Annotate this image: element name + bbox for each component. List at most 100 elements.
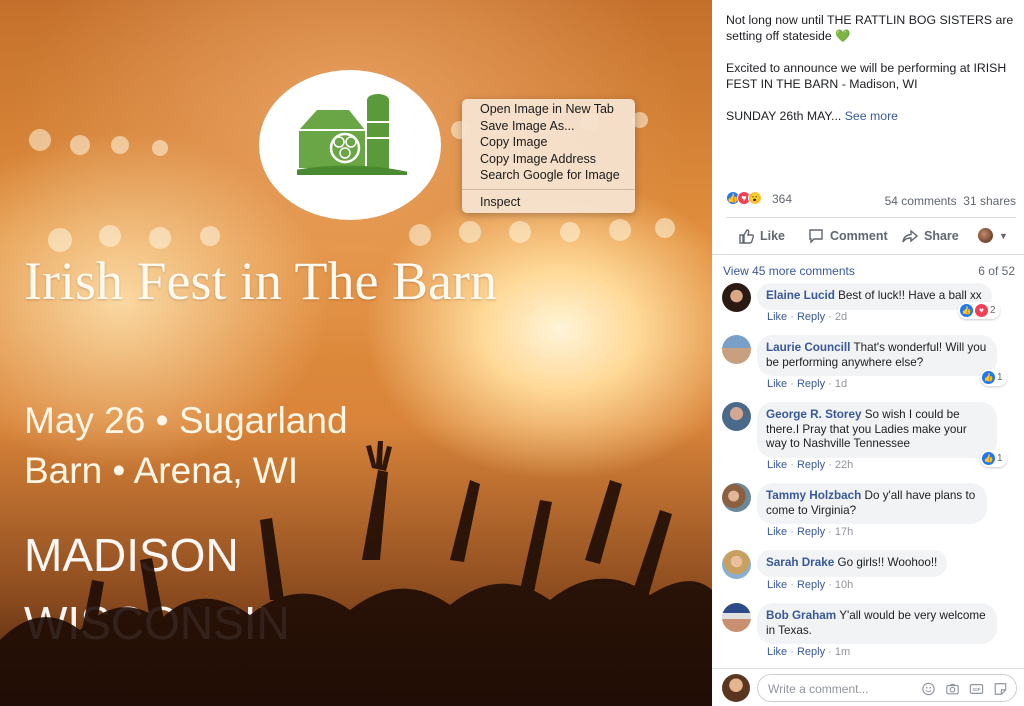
comment-meta: Like · Reply · 1d bbox=[767, 378, 847, 390]
meta-separator: · bbox=[790, 378, 794, 390]
post-paragraph: Not long now until THE RATTLIN BOG SISTE… bbox=[726, 13, 1014, 43]
comment-meta: Like · Reply · 10h bbox=[767, 579, 853, 591]
engagement-counts: 54 comments 31 shares bbox=[885, 194, 1016, 208]
avatar[interactable] bbox=[722, 483, 751, 512]
like-reaction-icon: 👍 bbox=[982, 371, 995, 384]
comment-button[interactable]: Comment bbox=[808, 228, 888, 244]
commenter-name[interactable]: Sarah Drake bbox=[766, 556, 834, 569]
meta-separator: · bbox=[828, 646, 832, 658]
context-menu[interactable]: Open Image in New Tab Save Image As... C… bbox=[462, 99, 635, 213]
comment-placeholder: Write a comment... bbox=[768, 682, 869, 696]
meta-separator: · bbox=[828, 459, 832, 471]
comments-header: View 45 more comments 6 of 52 bbox=[723, 264, 1015, 278]
comment-bubble: Sarah Drake Go girls!! Woohoo!! bbox=[757, 550, 948, 577]
comment-bubble: Laurie Councill That's wonderful! Will y… bbox=[757, 335, 997, 376]
comment-reactions[interactable]: 👍 1 bbox=[980, 369, 1007, 386]
meta-separator: · bbox=[828, 579, 832, 591]
comment-reply-link[interactable]: Reply bbox=[797, 378, 825, 390]
comment-time[interactable]: 2d bbox=[835, 311, 847, 323]
commenter-name[interactable]: Tammy Holzbach bbox=[766, 489, 861, 502]
comment-reply-link[interactable]: Reply bbox=[797, 526, 825, 538]
comment-like-link[interactable]: Like bbox=[767, 646, 787, 658]
comment-like-link[interactable]: Like bbox=[767, 579, 787, 591]
post-text: Not long now until THE RATTLIN BOG SISTE… bbox=[726, 12, 1016, 140]
camera-icon[interactable] bbox=[945, 682, 960, 696]
like-reaction-icon: 👍 bbox=[960, 304, 973, 317]
my-avatar bbox=[722, 674, 750, 702]
divider bbox=[726, 217, 1016, 218]
comment-time[interactable]: 10h bbox=[835, 579, 853, 591]
comment-text: Go girls!! Woohoo!! bbox=[837, 556, 938, 569]
love-reaction-icon: ♥ bbox=[975, 304, 988, 317]
wow-reaction-icon[interactable]: 😮 bbox=[748, 191, 762, 205]
share-button[interactable]: Share bbox=[902, 228, 959, 244]
comment-reply-link[interactable]: Reply bbox=[797, 579, 825, 591]
comment-reaction-count: 1 bbox=[997, 372, 1003, 383]
avatar[interactable] bbox=[722, 550, 751, 579]
comment-reactions[interactable]: 👍 1 bbox=[980, 450, 1007, 467]
comment-reaction-count: 2 bbox=[990, 305, 996, 316]
comment-meta: Like · Reply · 2d bbox=[767, 311, 847, 323]
meta-separator: · bbox=[790, 459, 794, 471]
avatar[interactable] bbox=[722, 402, 751, 431]
comment-reply-link[interactable]: Reply bbox=[797, 646, 825, 658]
comment-like-link[interactable]: Like bbox=[767, 378, 787, 390]
comment-like-link[interactable]: Like bbox=[767, 311, 787, 323]
like-reaction-icon: 👍 bbox=[982, 452, 995, 465]
meta-separator: · bbox=[790, 311, 794, 323]
comment-time[interactable]: 22h bbox=[835, 459, 853, 471]
comment-meta: Like · Reply · 1m bbox=[767, 646, 850, 658]
menu-item-search-google[interactable]: Search Google for Image bbox=[462, 167, 635, 184]
menu-item-save-image[interactable]: Save Image As... bbox=[462, 118, 635, 135]
comment-like-link[interactable]: Like bbox=[767, 526, 787, 538]
reactions-row: 👍 ♥ 😮 364 54 comments 31 shares bbox=[726, 190, 1016, 208]
action-bar: Like Comment Share ▼ bbox=[726, 222, 1016, 250]
menu-item-inspect[interactable]: Inspect bbox=[462, 194, 635, 211]
comment-count[interactable]: 54 comments bbox=[885, 194, 957, 208]
commenter-name[interactable]: George R. Storey bbox=[766, 408, 861, 421]
commenter-name[interactable]: Elaine Lucid bbox=[766, 289, 835, 302]
post-side-panel: Not long now until THE RATTLIN BOG SISTE… bbox=[712, 0, 1024, 706]
meta-separator: · bbox=[790, 526, 794, 538]
svg-text:GIF: GIF bbox=[973, 687, 981, 693]
menu-item-copy-image-address[interactable]: Copy Image Address bbox=[462, 151, 635, 168]
comment-time[interactable]: 1d bbox=[835, 378, 847, 390]
meta-separator: · bbox=[828, 311, 832, 323]
comment-text: Best of luck!! Have a ball xx bbox=[838, 289, 982, 302]
reaction-count[interactable]: 364 bbox=[772, 192, 792, 206]
comment-input[interactable]: Write a comment... GIF bbox=[757, 674, 1017, 702]
like-button[interactable]: Like bbox=[738, 228, 785, 244]
emoji-icon[interactable] bbox=[921, 682, 936, 696]
comment-reactions[interactable]: 👍 ♥ 2 bbox=[958, 302, 1000, 319]
comment-time[interactable]: 1m bbox=[835, 646, 850, 658]
comment-meta: Like · Reply · 22h bbox=[767, 459, 853, 471]
avatar[interactable] bbox=[722, 283, 751, 312]
comment-icon bbox=[809, 229, 823, 244]
post-paragraph: Excited to announce we will be performin… bbox=[726, 61, 1007, 91]
comment-like-link[interactable]: Like bbox=[767, 459, 787, 471]
post-as-selector[interactable]: ▼ bbox=[978, 228, 1008, 243]
menu-item-open-new-tab[interactable]: Open Image in New Tab bbox=[462, 101, 635, 118]
share-label: Share bbox=[924, 229, 959, 243]
share-count[interactable]: 31 shares bbox=[963, 194, 1016, 208]
post-photo[interactable]: Irish Fest in The Barn May 26 • Sugarlan… bbox=[0, 0, 712, 706]
view-more-comments-link[interactable]: View 45 more comments bbox=[723, 264, 855, 278]
sticker-icon[interactable] bbox=[993, 682, 1008, 696]
avatar[interactable] bbox=[722, 603, 751, 632]
see-more-link[interactable]: See more bbox=[845, 109, 898, 123]
share-icon bbox=[902, 229, 918, 243]
commenter-name[interactable]: Bob Graham bbox=[766, 609, 836, 622]
comment-meta: Like · Reply · 17h bbox=[767, 526, 853, 538]
commenter-name[interactable]: Laurie Councill bbox=[766, 341, 850, 354]
comment-time[interactable]: 17h bbox=[835, 526, 853, 538]
menu-item-copy-image[interactable]: Copy Image bbox=[462, 134, 635, 151]
meta-separator: · bbox=[828, 378, 832, 390]
comment-reply-link[interactable]: Reply bbox=[797, 459, 825, 471]
comment-reply-link[interactable]: Reply bbox=[797, 311, 825, 323]
gif-icon[interactable]: GIF bbox=[969, 682, 984, 696]
comment-bubble: Tammy Holzbach Do y'all have plans to co… bbox=[757, 483, 987, 524]
chevron-down-icon: ▼ bbox=[999, 230, 1008, 241]
like-label: Like bbox=[760, 229, 786, 243]
comment-reaction-count: 1 bbox=[997, 453, 1003, 464]
avatar[interactable] bbox=[722, 335, 751, 364]
